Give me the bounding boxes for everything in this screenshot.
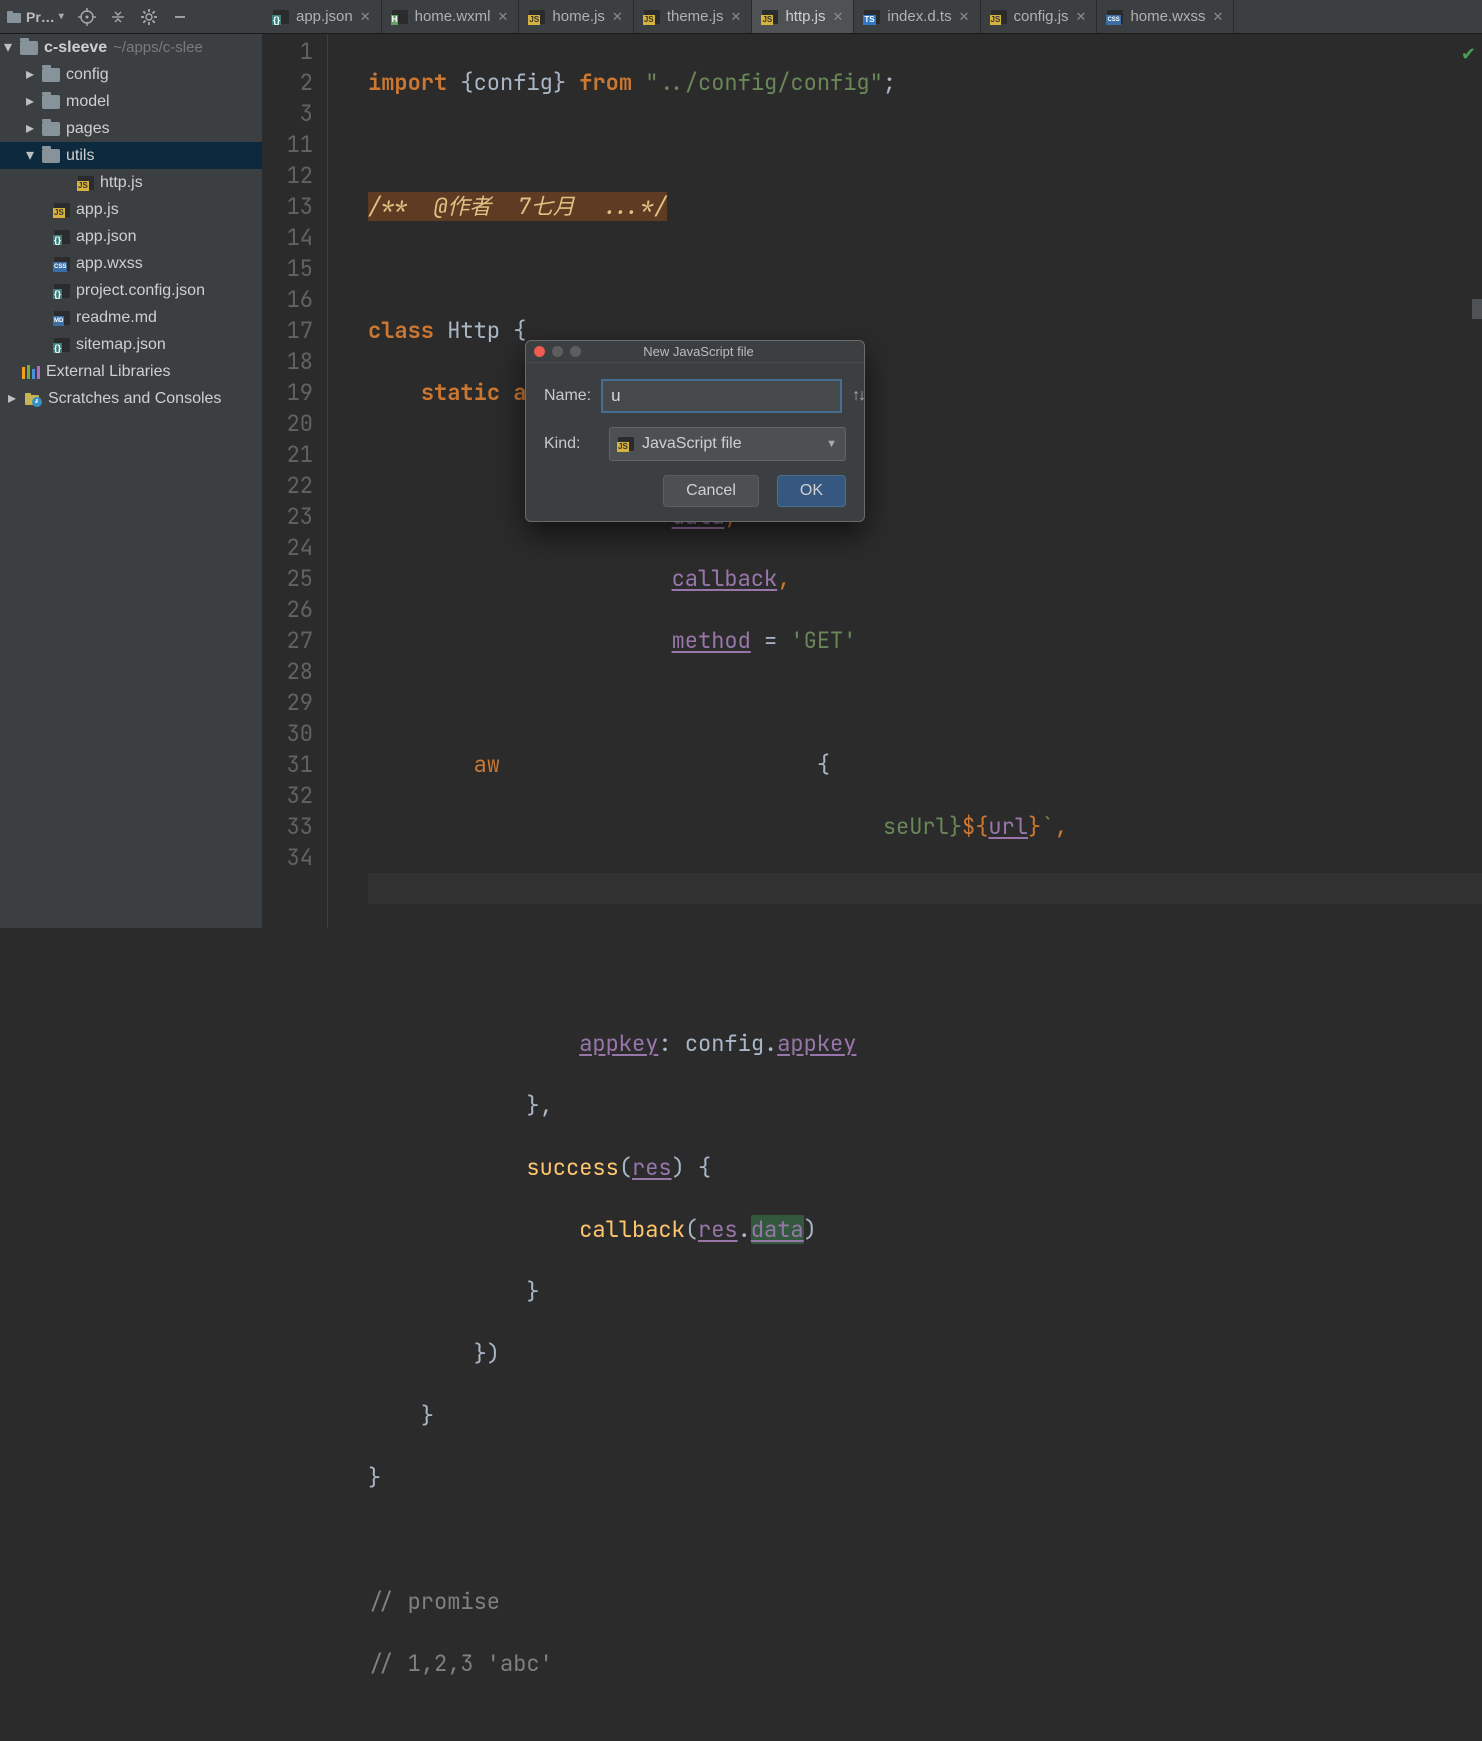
close-icon[interactable]: ✕: [360, 9, 371, 25]
json-icon: [54, 338, 70, 352]
dialog-titlebar[interactable]: New JavaScript file: [526, 341, 864, 363]
tree-root[interactable]: ▾ c-sleeve ~/apps/c-slee: [0, 34, 262, 61]
tab-home-wxml[interactable]: home.wxml ✕: [382, 0, 520, 33]
tab-label: home.wxss: [1130, 8, 1205, 25]
folder-icon: [42, 149, 60, 163]
json-icon: [54, 284, 70, 298]
library-icon: [22, 365, 40, 379]
chevron-down-icon: ▼: [826, 438, 837, 450]
tree-scratches[interactable]: ▸ Scratches and Consoles: [0, 385, 262, 412]
editor[interactable]: ✔ 12311121314151617181920212223242526272…: [263, 34, 1482, 928]
js-icon: [762, 10, 778, 24]
css-icon: [1107, 10, 1123, 24]
html-icon: [392, 10, 408, 24]
inspection-ok-icon[interactable]: ✔: [1461, 44, 1476, 65]
editor-tabs: app.json ✕ home.wxml ✕ home.js ✕ theme.j…: [263, 0, 1482, 33]
tree-folder-pages[interactable]: ▸pages: [0, 115, 262, 142]
project-toolbar: Pr… ▾: [0, 0, 263, 33]
name-input[interactable]: [601, 379, 842, 413]
close-icon[interactable]: ✕: [1212, 9, 1223, 25]
tree-folder-config[interactable]: ▸config: [0, 61, 262, 88]
close-icon[interactable]: ✕: [612, 9, 623, 25]
folder-icon: [42, 95, 60, 109]
project-tree[interactable]: ▾ c-sleeve ~/apps/c-slee ▸config ▸model …: [0, 34, 263, 928]
tree-file-http-js[interactable]: http.js: [0, 169, 262, 196]
tree-file-project-config[interactable]: project.config.json: [0, 277, 262, 304]
folder-icon: [42, 122, 60, 136]
tree-folder-model[interactable]: ▸model: [0, 88, 262, 115]
json-icon: [54, 230, 70, 244]
js-icon: [644, 10, 660, 24]
tab-label: config.js: [1014, 8, 1069, 25]
tab-index-d-ts[interactable]: index.d.ts ✕: [854, 0, 980, 33]
close-icon[interactable]: ✕: [1076, 9, 1087, 25]
gutter: 1231112131415161718192021222324252627282…: [263, 34, 328, 928]
scroll-marker: [1472, 299, 1482, 319]
scratches-icon: [24, 391, 42, 407]
kind-select[interactable]: JavaScript file ▼: [609, 427, 846, 461]
close-icon[interactable]: ✕: [959, 9, 970, 25]
name-label: Name:: [544, 387, 591, 405]
md-icon: [54, 311, 70, 325]
kind-label: Kind:: [544, 435, 599, 453]
folder-icon: [20, 41, 38, 55]
folder-icon: [6, 9, 22, 25]
kind-value: JavaScript file: [642, 435, 742, 453]
tab-label: home.wxml: [415, 8, 491, 25]
js-icon: [54, 203, 70, 217]
tab-label: http.js: [785, 8, 825, 25]
tree-file-readme[interactable]: readme.md: [0, 304, 262, 331]
project-selector[interactable]: Pr… ▾: [6, 9, 64, 25]
tab-http-js[interactable]: http.js ✕: [752, 0, 854, 33]
new-js-file-dialog: New JavaScript file Name: ↑↓ Kind: JavaS…: [525, 340, 865, 522]
dialog-title: New JavaScript file: [541, 344, 856, 359]
target-icon[interactable]: [78, 8, 96, 26]
close-icon[interactable]: ✕: [731, 9, 742, 25]
tree-folder-utils[interactable]: ▾utils: [0, 142, 262, 169]
tab-home-js[interactable]: home.js ✕: [519, 0, 633, 33]
ts-icon: [864, 10, 880, 24]
tree-external-libraries[interactable]: External Libraries: [0, 358, 262, 385]
tab-theme-js[interactable]: theme.js ✕: [634, 0, 753, 33]
tree-file-sitemap[interactable]: sitemap.json: [0, 331, 262, 358]
json-icon: [273, 10, 289, 24]
tab-label: theme.js: [667, 8, 724, 25]
js-icon: [991, 10, 1007, 24]
ok-button[interactable]: OK: [777, 475, 846, 507]
tab-label: index.d.ts: [887, 8, 951, 25]
code-area[interactable]: import {config} from "../config/config";…: [328, 34, 1482, 928]
js-icon: [78, 176, 94, 190]
tab-home-wxss[interactable]: home.wxss ✕: [1097, 0, 1234, 33]
js-icon: [618, 437, 634, 451]
tab-app-json[interactable]: app.json ✕: [263, 0, 382, 33]
tree-file-app-json[interactable]: app.json: [0, 223, 262, 250]
sort-toggle-icon[interactable]: ↑↓: [852, 387, 864, 405]
cancel-button[interactable]: Cancel: [663, 475, 759, 507]
tab-label: home.js: [552, 8, 605, 25]
tree-file-app-wxss[interactable]: app.wxss: [0, 250, 262, 277]
minimize-icon[interactable]: [172, 9, 188, 25]
gear-icon[interactable]: [140, 8, 158, 26]
tree-file-app-js[interactable]: app.js: [0, 196, 262, 223]
folder-icon: [42, 68, 60, 82]
topbar: Pr… ▾ app.json ✕ home.wxml ✕ home.js: [0, 0, 1482, 34]
tab-config-js[interactable]: config.js ✕: [981, 0, 1098, 33]
css-icon: [54, 257, 70, 271]
close-icon[interactable]: ✕: [497, 9, 508, 25]
collapse-icon[interactable]: [110, 9, 126, 25]
close-icon[interactable]: ✕: [832, 9, 843, 25]
tab-label: app.json: [296, 8, 353, 25]
js-icon: [529, 10, 545, 24]
